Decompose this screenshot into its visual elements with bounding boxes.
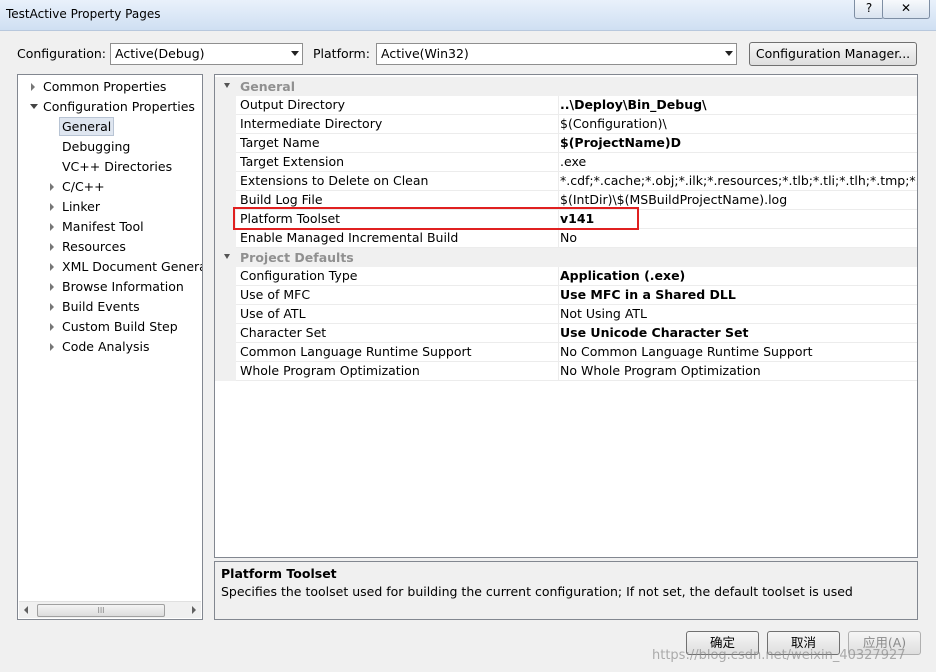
tree-item-manifest-tool[interactable]: Manifest Tool [18, 217, 202, 236]
collapse-arrow-icon[interactable] [30, 104, 38, 109]
description-text: Specifies the toolset used for building … [221, 584, 853, 599]
scroll-right-arrow-icon[interactable] [192, 606, 196, 614]
window-title: TestActive Property Pages [6, 7, 161, 21]
description-title: Platform Toolset [221, 566, 337, 581]
tree-item-common-properties[interactable]: Common Properties [18, 77, 202, 96]
title-bar: TestActive Property Pages ? ✕ [0, 0, 936, 31]
expand-arrow-icon[interactable] [50, 303, 54, 311]
property-row-managed-incremental-build[interactable]: Enable Managed Incremental Build No [215, 229, 917, 248]
property-row-output-directory[interactable]: Output Directory ..\Deploy\Bin_Debug\ [215, 96, 917, 115]
tree-item-xml-document-generator[interactable]: XML Document Generat [18, 257, 202, 276]
property-row-platform-toolset[interactable]: Platform Toolset v141 [215, 210, 917, 229]
property-row-target-name[interactable]: Target Name $(ProjectName)D [215, 134, 917, 153]
chevron-down-icon [725, 51, 733, 56]
chevron-down-icon [291, 51, 299, 56]
collapse-triangle-icon[interactable] [224, 254, 230, 259]
property-row-configuration-type[interactable]: Configuration Type Application (.exe) [215, 267, 917, 286]
tree-item-custom-build-step[interactable]: Custom Build Step [18, 317, 202, 336]
tree-horizontal-scrollbar[interactable]: III [19, 601, 201, 618]
tree-item-browse-information[interactable]: Browse Information [18, 277, 202, 296]
tree-item-code-analysis[interactable]: Code Analysis [18, 337, 202, 356]
property-row-use-of-mfc[interactable]: Use of MFC Use MFC in a Shared DLL [215, 286, 917, 305]
category-project-defaults[interactable]: Project Defaults [215, 248, 917, 267]
expand-arrow-icon[interactable] [50, 263, 54, 271]
property-row-use-of-atl[interactable]: Use of ATL Not Using ATL [215, 305, 917, 324]
property-row-target-extension[interactable]: Target Extension .exe [215, 153, 917, 172]
expand-arrow-icon[interactable] [50, 343, 54, 351]
watermark: https://blog.csdn.net/weixin_40327927 [652, 648, 906, 663]
expand-arrow-icon[interactable] [50, 223, 54, 231]
property-grid: General Output Directory ..\Deploy\Bin_D… [214, 74, 918, 558]
close-button[interactable]: ✕ [882, 0, 930, 19]
expand-arrow-icon[interactable] [50, 203, 54, 211]
collapse-triangle-icon[interactable] [224, 83, 230, 88]
tree-item-cpp[interactable]: C/C++ [18, 177, 202, 196]
property-row-clr-support[interactable]: Common Language Runtime Support No Commo… [215, 343, 917, 362]
configuration-label: Configuration: [17, 46, 106, 61]
property-row-extensions-to-delete[interactable]: Extensions to Delete on Clean *.cdf;*.ca… [215, 172, 917, 191]
property-row-intermediate-directory[interactable]: Intermediate Directory $(Configuration)\ [215, 115, 917, 134]
configuration-value: Active(Debug) [115, 46, 205, 61]
description-panel: Platform Toolset Specifies the toolset u… [214, 561, 918, 620]
property-row-build-log-file[interactable]: Build Log File $(IntDir)\$(MSBuildProjec… [215, 191, 917, 210]
property-tree[interactable]: Common Properties Configuration Properti… [17, 74, 203, 620]
platform-label: Platform: [313, 46, 370, 61]
scroll-thumb[interactable]: III [37, 604, 165, 617]
tree-item-configuration-properties[interactable]: Configuration Properties [18, 97, 202, 116]
tree-item-resources[interactable]: Resources [18, 237, 202, 256]
tree-item-vc-directories[interactable]: VC++ Directories [18, 157, 202, 176]
tree-item-linker[interactable]: Linker [18, 197, 202, 216]
tree-item-general[interactable]: General [18, 117, 202, 136]
tree-item-debugging[interactable]: Debugging [18, 137, 202, 156]
platform-value: Active(Win32) [381, 46, 469, 61]
tree-item-build-events[interactable]: Build Events [18, 297, 202, 316]
expand-arrow-icon[interactable] [50, 183, 54, 191]
property-row-whole-program-optimization[interactable]: Whole Program Optimization No Whole Prog… [215, 362, 917, 381]
expand-arrow-icon[interactable] [31, 83, 35, 91]
configuration-manager-button[interactable]: Configuration Manager... [749, 42, 917, 66]
expand-arrow-icon[interactable] [50, 323, 54, 331]
configuration-dropdown[interactable]: Active(Debug) [110, 43, 303, 65]
category-general[interactable]: General [215, 77, 917, 96]
expand-arrow-icon[interactable] [50, 283, 54, 291]
help-button[interactable]: ? [854, 0, 884, 19]
platform-dropdown[interactable]: Active(Win32) [376, 43, 737, 65]
property-row-character-set[interactable]: Character Set Use Unicode Character Set [215, 324, 917, 343]
scroll-left-arrow-icon[interactable] [24, 606, 28, 614]
expand-arrow-icon[interactable] [50, 243, 54, 251]
